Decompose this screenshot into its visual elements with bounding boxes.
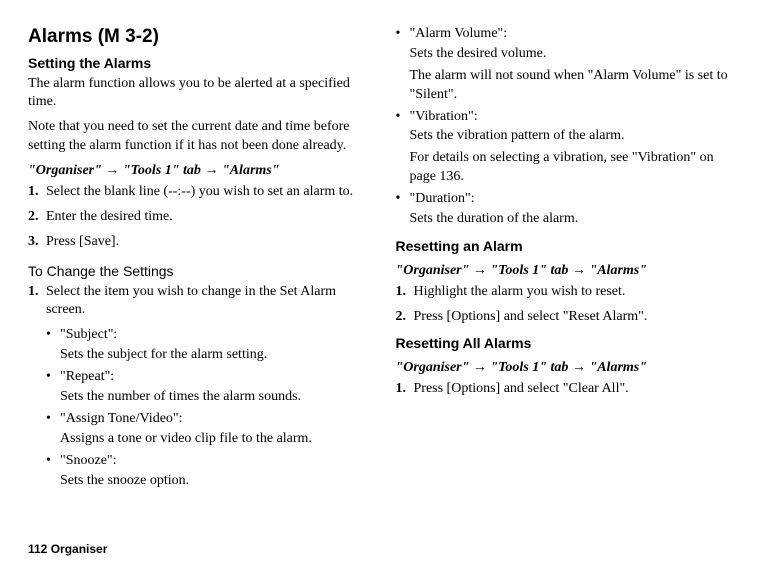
step-number: 1.: [28, 183, 46, 202]
setting-vibration: • "Vibration":: [396, 108, 736, 127]
change-step-1: 1. Select the item you wish to change in…: [28, 283, 368, 321]
change-settings-heading: To Change the Settings: [28, 262, 368, 281]
step-text: Press [Save].: [46, 233, 368, 252]
setting-vibration-desc1: Sets the vibration pattern of the alarm.: [396, 127, 736, 146]
bullet-icon: •: [46, 368, 60, 387]
bullet-icon: •: [396, 190, 410, 209]
setting-duration-desc: Sets the duration of the alarm.: [396, 210, 736, 229]
step-text: Press [Options] and select "Reset Alarm"…: [414, 308, 736, 327]
bullet-icon: •: [396, 25, 410, 44]
bullet-icon: •: [46, 326, 60, 345]
setting-label: "Subject":: [60, 326, 368, 345]
page-title: Alarms (M 3-2): [28, 24, 368, 50]
setting-tone: • "Assign Tone/Video":: [28, 410, 368, 429]
setting-volume-desc1: Sets the desired volume.: [396, 45, 736, 64]
nav-path-setting: "Organiser" → "Tools 1" tab → "Alarms": [28, 162, 368, 181]
setting-snooze: • "Snooze":: [28, 452, 368, 471]
page-footer: 112 Organiser: [28, 541, 735, 557]
setting-step-1: 1. Select the blank line (--:--) you wis…: [28, 183, 368, 202]
setting-label: "Vibration":: [410, 108, 736, 127]
setting-subject-desc: Sets the subject for the alarm setting.: [28, 346, 368, 365]
setting-duration: • "Duration":: [396, 190, 736, 209]
setting-snooze-desc: Sets the snooze option.: [28, 472, 368, 491]
step-number: 1.: [396, 380, 414, 399]
setting-label: "Alarm Volume":: [410, 25, 736, 44]
step-number: 1.: [28, 283, 46, 321]
step-text: Select the blank line (--:--) you wish t…: [46, 183, 368, 202]
step-text: Highlight the alarm you wish to reset.: [414, 283, 736, 302]
reset-step-2: 2. Press [Options] and select "Reset Ala…: [396, 308, 736, 327]
setting-label: "Snooze":: [60, 452, 368, 471]
nav-path-reset-all: "Organiser" → "Tools 1" tab → "Alarms": [396, 359, 736, 378]
step-number: 2.: [28, 208, 46, 227]
setting-vibration-desc2: For details on selecting a vibration, se…: [396, 149, 736, 187]
step-number: 2.: [396, 308, 414, 327]
setting-step-3: 3. Press [Save].: [28, 233, 368, 252]
step-number: 1.: [396, 283, 414, 302]
nav-path-reset: "Organiser" → "Tools 1" tab → "Alarms": [396, 262, 736, 281]
setting-label: "Duration":: [410, 190, 736, 209]
step-number: 3.: [28, 233, 46, 252]
setting-step-2: 2. Enter the desired time.: [28, 208, 368, 227]
setting-repeat-desc: Sets the number of times the alarm sound…: [28, 388, 368, 407]
step-text: Press [Options] and select "Clear All".: [414, 380, 736, 399]
bullet-icon: •: [46, 410, 60, 429]
step-text: Enter the desired time.: [46, 208, 368, 227]
setting-volume-desc2: The alarm will not sound when "Alarm Vol…: [396, 67, 736, 105]
reset-all-heading: Resetting All Alarms: [396, 334, 736, 353]
step-text: Select the item you wish to change in th…: [46, 283, 368, 321]
setting-label: "Repeat":: [60, 368, 368, 387]
setting-subject: • "Subject":: [28, 326, 368, 345]
setting-repeat: • "Repeat":: [28, 368, 368, 387]
bullet-icon: •: [396, 108, 410, 127]
intro-paragraph: The alarm function allows you to be aler…: [28, 75, 368, 113]
note-paragraph: Note that you need to set the current da…: [28, 118, 368, 156]
setting-label: "Assign Tone/Video":: [60, 410, 368, 429]
setting-tone-desc: Assigns a tone or video clip file to the…: [28, 430, 368, 449]
reset-step-1: 1. Highlight the alarm you wish to reset…: [396, 283, 736, 302]
reset-all-step-1: 1. Press [Options] and select "Clear All…: [396, 380, 736, 399]
bullet-icon: •: [46, 452, 60, 471]
setting-volume: • "Alarm Volume":: [396, 25, 736, 44]
reset-alarm-heading: Resetting an Alarm: [396, 237, 736, 256]
setting-alarms-heading: Setting the Alarms: [28, 54, 368, 73]
